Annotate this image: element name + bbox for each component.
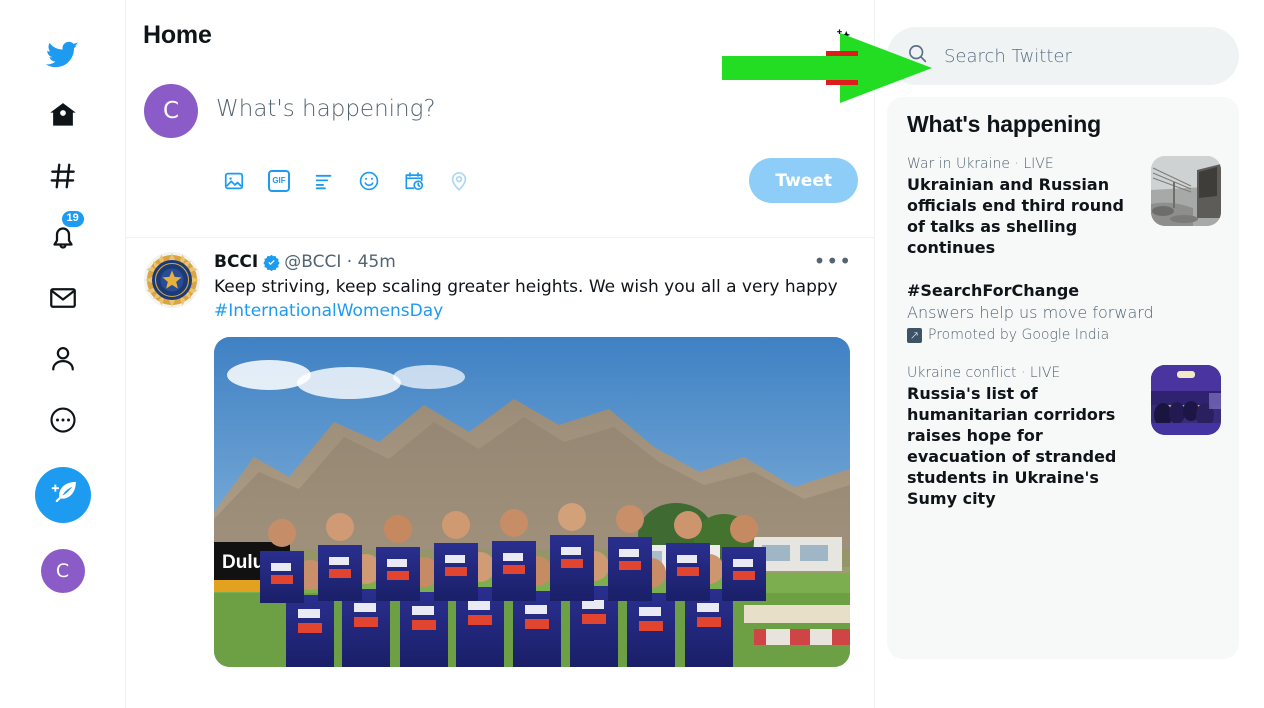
trend-meta: War in Ukraine · LIVE bbox=[907, 156, 1054, 172]
tweet-image[interactable]: Dulux bbox=[214, 337, 850, 667]
trend-item-promoted[interactable]: #SearchForChange Answers help us move fo… bbox=[907, 280, 1221, 343]
gif-icon[interactable]: GIF bbox=[261, 163, 297, 199]
search-twitter-box[interactable]: Search Twitter bbox=[887, 27, 1239, 85]
schedule-icon[interactable] bbox=[396, 163, 432, 199]
gif-label: GIF bbox=[268, 169, 290, 192]
envelope-icon bbox=[48, 283, 78, 313]
trend-headline: Russia's list of humanitarian corridors … bbox=[907, 384, 1117, 508]
tweet-header: BCCI @BCCI · 45m ••• bbox=[214, 251, 858, 272]
promoted-by-text: Promoted by Google India bbox=[928, 327, 1110, 343]
more-dots-icon bbox=[48, 405, 78, 435]
sidebar-item-twitter-logo[interactable] bbox=[35, 26, 91, 82]
trend-item[interactable]: War in Ukraine · LIVE Ukrainian and Russ… bbox=[907, 156, 1221, 258]
tweet-content: BCCI @BCCI · 45m ••• Keep striving, keep… bbox=[200, 251, 858, 667]
trend-item[interactable]: Ukraine conflict · LIVE Russia's list of… bbox=[907, 365, 1221, 509]
tweet-author-name[interactable]: BCCI bbox=[214, 252, 258, 272]
tweet-separator: · bbox=[341, 252, 358, 272]
poll-icon[interactable] bbox=[306, 163, 342, 199]
main-timeline-column: Home C What's happening? GIF Tweet BCCI … bbox=[125, 0, 875, 708]
person-icon bbox=[48, 344, 78, 374]
compose-tweet-fab[interactable] bbox=[34, 467, 91, 523]
tweet-item[interactable]: BCCI @BCCI · 45m ••• Keep striving, keep… bbox=[126, 238, 874, 667]
tweet-submit-button[interactable]: Tweet bbox=[749, 158, 858, 203]
hashtag-icon bbox=[48, 161, 78, 191]
emoji-icon[interactable] bbox=[351, 163, 387, 199]
trend-headline: #SearchForChange bbox=[907, 281, 1080, 300]
sidebar-item-more[interactable] bbox=[35, 392, 91, 448]
location-icon[interactable] bbox=[441, 163, 477, 199]
sidebar-item-explore[interactable] bbox=[35, 148, 91, 204]
home-icon bbox=[48, 100, 78, 130]
compose-toolbar: GIF Tweet bbox=[216, 158, 858, 203]
promoted-label: ↗ Promoted by Google India bbox=[907, 327, 1211, 343]
trend-headline: Ukrainian and Russian officials end thir… bbox=[907, 175, 1124, 257]
tweet-more-options-icon[interactable]: ••• bbox=[814, 251, 852, 271]
feather-plus-icon bbox=[48, 478, 78, 513]
sidebar-avatar[interactable]: C bbox=[40, 549, 85, 593]
compose-input[interactable]: What's happening? bbox=[216, 76, 858, 122]
timeline-settings-button[interactable] bbox=[826, 24, 860, 58]
trend-meta: Ukraine conflict · LIVE bbox=[907, 365, 1061, 381]
search-icon bbox=[907, 43, 928, 69]
trend-subtitle: Answers help us move forward bbox=[907, 303, 1154, 322]
sidebar-item-profile[interactable] bbox=[35, 331, 91, 387]
trend-thumbnail bbox=[1151, 365, 1221, 435]
tweet-hashtag-link[interactable]: #InternationalWomensDay bbox=[214, 299, 858, 323]
whats-happening-panel: What's happening War in Ukraine · LIVE U… bbox=[887, 97, 1239, 659]
tweet-body-text: Keep striving, keep scaling greater heig… bbox=[214, 277, 838, 297]
page-title: Home bbox=[143, 20, 212, 49]
trend-text: #SearchForChange Answers help us move fo… bbox=[907, 280, 1221, 343]
left-navigation: 19 C bbox=[0, 0, 125, 708]
trend-text: War in Ukraine · LIVE Ukrainian and Russ… bbox=[907, 156, 1151, 258]
twitter-app: 19 C Home C What's happening? GIF Tweet … bbox=[0, 0, 1264, 708]
tweet-text: Keep striving, keep scaling greater heig… bbox=[214, 275, 858, 323]
tweet-timestamp[interactable]: 45m bbox=[358, 252, 396, 272]
timeline-header: Home bbox=[126, 0, 874, 70]
search-input[interactable]: Search Twitter bbox=[944, 46, 1072, 67]
compose-content: What's happening? GIF Tweet bbox=[198, 76, 858, 237]
notification-badge: 19 bbox=[61, 211, 84, 227]
tweet-handle[interactable]: @BCCI bbox=[284, 252, 341, 272]
sidebar-item-messages[interactable] bbox=[35, 270, 91, 326]
twitter-bird-icon bbox=[46, 38, 79, 71]
right-sidebar: Search Twitter What's happening War in U… bbox=[875, 0, 1264, 708]
verified-badge-icon bbox=[263, 254, 280, 271]
media-icon[interactable] bbox=[216, 163, 252, 199]
sidebar-item-notifications[interactable]: 19 bbox=[35, 209, 91, 265]
avatar[interactable] bbox=[144, 252, 200, 308]
whats-happening-title: What's happening bbox=[907, 111, 1101, 137]
sparkle-star-icon bbox=[830, 26, 856, 57]
trend-text: Ukraine conflict · LIVE Russia's list of… bbox=[907, 365, 1151, 509]
trend-thumbnail bbox=[1151, 156, 1221, 226]
compose-tweet-box: C What's happening? GIF Tweet bbox=[126, 70, 874, 238]
sidebar-item-home[interactable] bbox=[35, 87, 91, 143]
compose-avatar: C bbox=[144, 84, 198, 138]
external-link-icon: ↗ bbox=[907, 327, 922, 343]
